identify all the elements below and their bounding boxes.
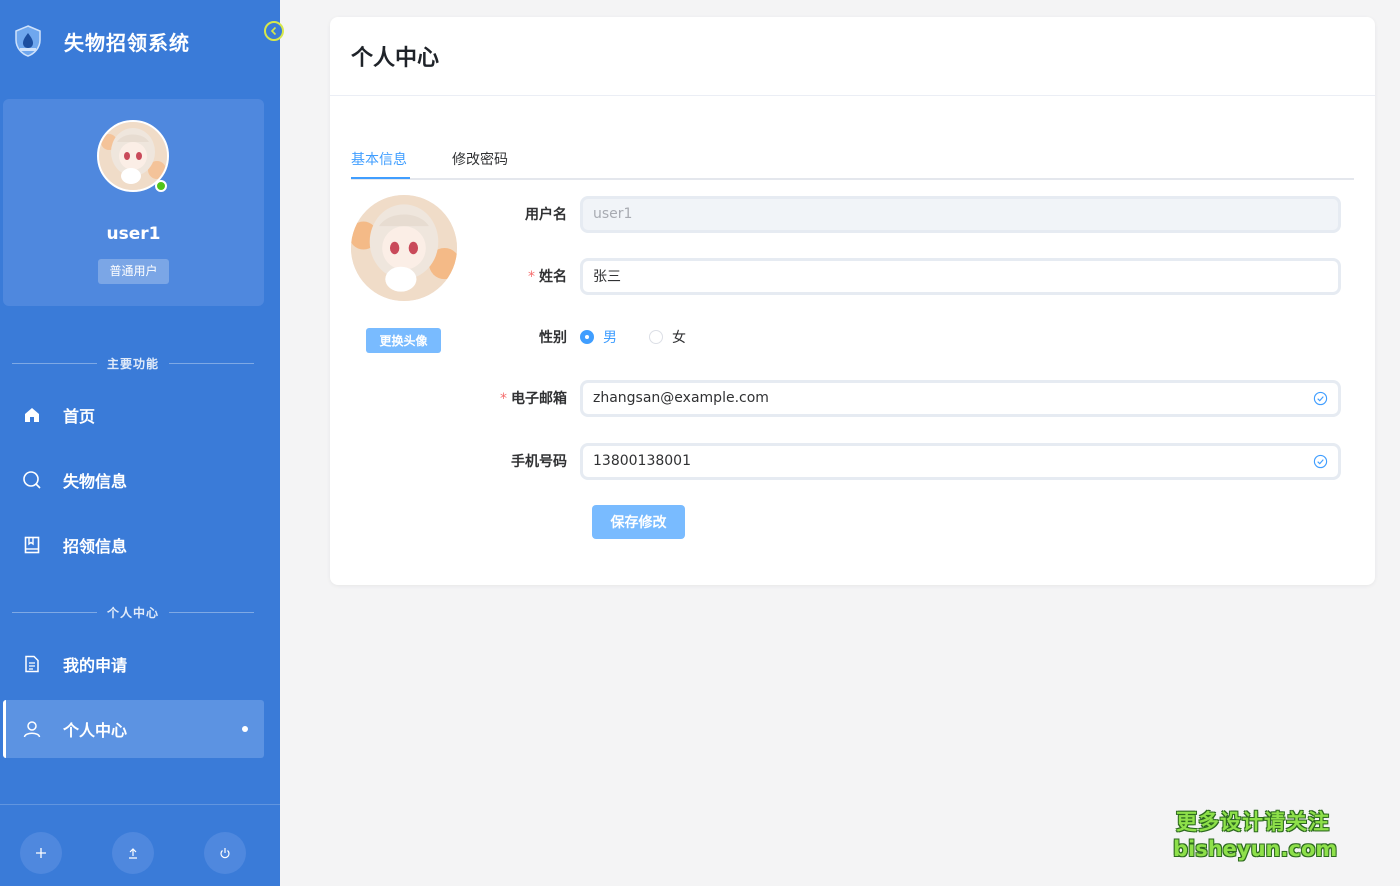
field-label-text: 姓名 [539, 269, 567, 285]
brand[interactable]: 失物招领系统 [14, 24, 190, 58]
app-title: 失物招领系统 [64, 30, 190, 55]
home-icon [21, 404, 43, 426]
chevron-left-icon [270, 26, 277, 36]
name-field[interactable] [593, 268, 1328, 284]
section-label: 个人中心 [107, 606, 160, 620]
form-row-username: 用户名 [480, 195, 1354, 233]
logout-button[interactable] [204, 832, 246, 874]
collapse-sidebar-button[interactable] [264, 21, 284, 41]
user-icon [21, 718, 43, 740]
user-name: user1 [106, 224, 161, 244]
email-field[interactable] [593, 390, 1328, 406]
sidebar-item-label: 失物信息 [63, 472, 128, 491]
tab-change-password[interactable]: 修改密码 [452, 149, 508, 169]
sidebar-item-label: 个人中心 [63, 721, 128, 740]
sidebar-item-home[interactable]: 首页 [3, 386, 264, 444]
field-label: * 电子邮箱 [480, 388, 580, 408]
form-row-name: * 姓名 [480, 257, 1354, 295]
sidebar-item-label: 我的申请 [63, 656, 128, 675]
profile-card: 个人中心 基本信息 修改密码 更换头像 用户名 *姓名 [330, 17, 1375, 585]
document-icon [21, 653, 43, 675]
watermark-line: bisheyun.com [1173, 837, 1338, 861]
phone-field-wrapper [580, 442, 1341, 480]
check-circle-icon [1313, 454, 1328, 468]
user-card: user1 普通用户 [3, 99, 264, 306]
name-field-wrapper [580, 257, 1341, 295]
sidebar-item-my-applications[interactable]: 我的申请 [3, 635, 264, 693]
sidebar-item-found-items[interactable]: 招领信息 [3, 516, 264, 574]
phone-field[interactable] [593, 453, 1328, 469]
email-field-wrapper [580, 379, 1341, 417]
sidebar-item-profile[interactable]: 个人中心 [3, 700, 264, 758]
avatar-container[interactable] [97, 120, 169, 192]
field-label-text: 性别 [539, 330, 567, 346]
power-icon [220, 848, 230, 859]
field-label: 用户名 [480, 204, 580, 224]
divider [169, 363, 255, 364]
form-row-phone: 手机号码 [480, 442, 1354, 480]
tab-basic-info[interactable]: 基本信息 [351, 149, 407, 169]
sidebar-item-label: 首页 [63, 407, 96, 426]
anime-avatar-image [351, 195, 457, 301]
add-button[interactable] [20, 832, 62, 874]
required-asterisk: * [500, 391, 507, 407]
field-label-text: 用户名 [525, 207, 567, 223]
online-status-dot [155, 180, 167, 192]
upload-icon [129, 848, 137, 859]
radio-label: 女 [672, 330, 686, 346]
form-row-email: * 电子邮箱 [480, 379, 1354, 417]
bookmark-book-icon [21, 534, 43, 556]
radio-circle [580, 330, 594, 344]
divider [12, 363, 97, 364]
save-button[interactable]: 保存修改 [592, 505, 685, 539]
gender-radio-group: 男 女 [580, 327, 718, 347]
active-indicator-dot [242, 726, 248, 732]
sidebar-item-lost-items[interactable]: 失物信息 [3, 451, 264, 509]
search-icon [21, 469, 43, 491]
field-label-text: 手机号码 [511, 454, 567, 470]
radio-label: 男 [603, 330, 617, 346]
username-field[interactable] [593, 206, 1328, 222]
page-title: 个人中心 [330, 17, 1375, 96]
gender-option-male[interactable]: 男 [580, 327, 617, 347]
upload-button[interactable] [112, 832, 154, 874]
anime-avatar-image [99, 122, 167, 190]
section-title-main: 主要功能 [12, 355, 255, 372]
divider [169, 612, 255, 613]
watermark-line: 更多设计请关注 [1176, 810, 1330, 834]
field-label: * 姓名 [480, 266, 580, 286]
radio-circle [649, 330, 663, 344]
field-label: 手机号码 [480, 451, 580, 471]
divider [12, 612, 97, 613]
gender-option-female[interactable]: 女 [649, 327, 686, 347]
plus-icon [36, 848, 46, 858]
sidebar: 失物招领系统 user1 普通用户 主要功能 首页 失物信息 招领信息 个人中心… [0, 0, 284, 886]
profile-avatar [351, 195, 457, 301]
tabs: 基本信息 修改密码 [351, 149, 1354, 180]
sidebar-footer [0, 804, 280, 886]
role-badge: 普通用户 [98, 259, 169, 284]
required-asterisk: * [528, 269, 535, 285]
field-label: 性别 [480, 327, 580, 347]
tab-active-indicator [351, 177, 410, 179]
form-row-gender: 性别 男 女 [480, 318, 1354, 356]
shield-logo-icon [15, 25, 41, 57]
sidebar-item-label: 招领信息 [63, 537, 128, 556]
field-label-text: 电子邮箱 [511, 391, 567, 407]
section-label: 主要功能 [107, 357, 160, 371]
change-avatar-button[interactable]: 更换头像 [366, 328, 441, 353]
check-circle-icon [1313, 391, 1328, 405]
watermark: 更多设计请关注 bisheyun.com [1173, 808, 1338, 862]
section-title-personal: 个人中心 [12, 604, 255, 621]
username-field-wrapper [580, 195, 1341, 233]
